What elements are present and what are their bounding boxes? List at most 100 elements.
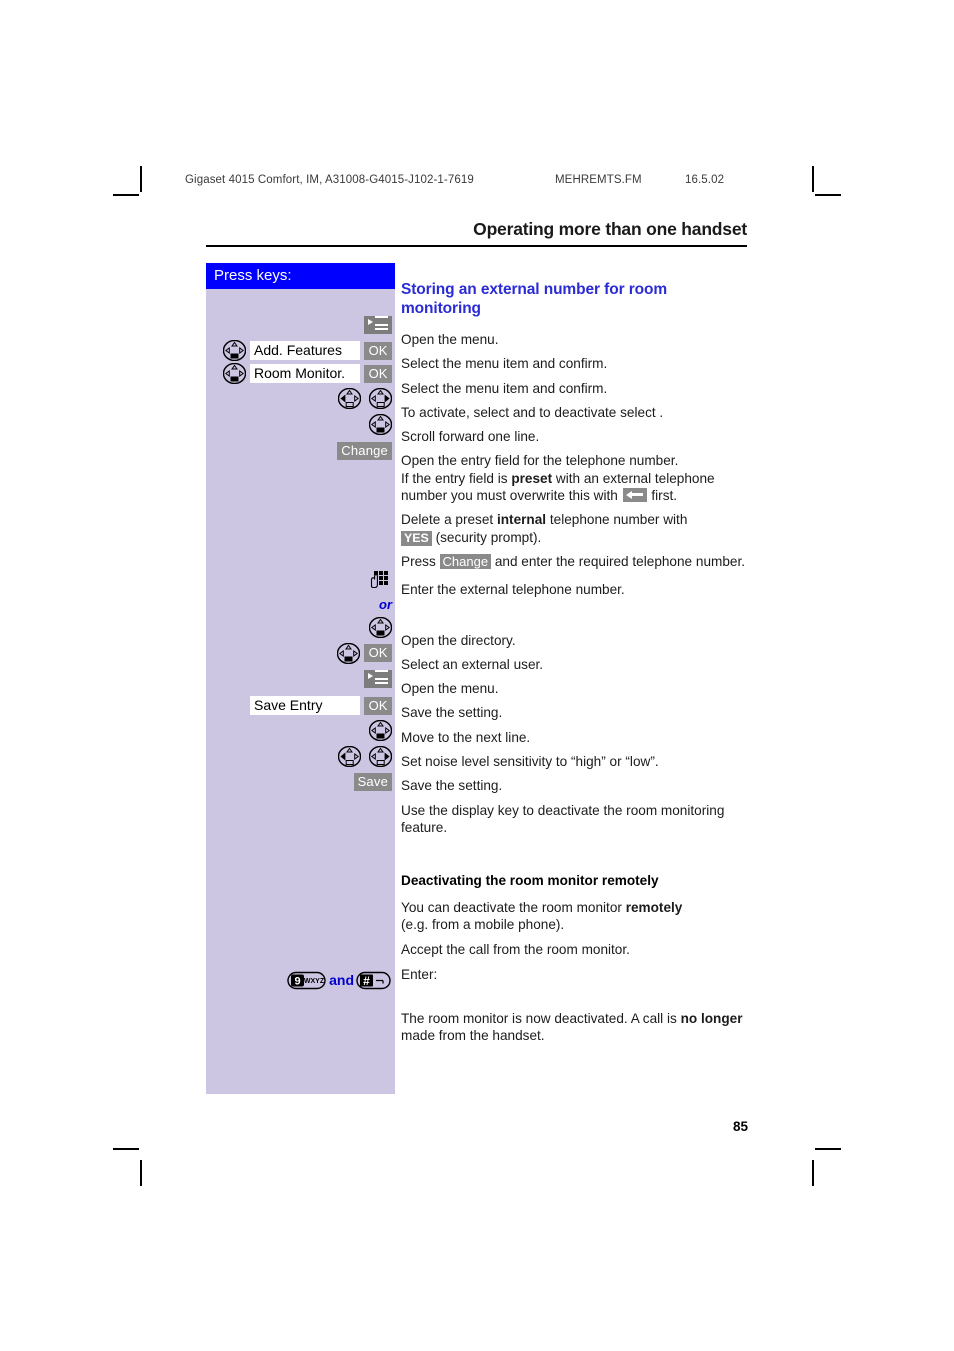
- header-rule: [206, 245, 747, 247]
- menu-icon[interactable]: [364, 670, 392, 688]
- crop-mark-top-right-vertical: [812, 166, 814, 192]
- paragraph-monitor-deactivated: The room monitor is now deactivated. A c…: [401, 1010, 751, 1045]
- nav-down-key[interactable]: [223, 340, 246, 361]
- step-activate-deactivate: To activate, select and to deactivate se…: [401, 404, 664, 420]
- display-field-room-monitor[interactable]: Room Monitor.: [250, 364, 360, 383]
- preset-bold: preset: [511, 470, 553, 486]
- step-open-menu-1: Open the menu.: [401, 332, 499, 347]
- step-open-directory: Open the directory.: [401, 632, 516, 648]
- crop-mark-top-left-horizontal: [113, 194, 139, 196]
- key-row-room-monitor: Room Monitor. OK: [206, 363, 395, 384]
- svg-text:9: 9: [295, 975, 301, 987]
- back-arrow-icon: [622, 488, 647, 503]
- step-select-confirm-2: Select the menu item and confirm.: [401, 380, 608, 396]
- key-row-noise-level: [206, 745, 395, 767]
- subsection-heading: Deactivating the room monitor remotely: [401, 873, 659, 889]
- step-noise-level: Set noise level sensitivity to “high” or…: [401, 754, 659, 770]
- step-select-external-user: Select an external user.: [401, 656, 544, 672]
- save-soft-key[interactable]: Save: [353, 772, 392, 791]
- nav-down-key[interactable]: [369, 616, 392, 638]
- step-save-setting-2: Save the setting.: [401, 778, 503, 794]
- paragraph-entry-field: Open the entry field for the telephone n…: [401, 452, 751, 504]
- key-row-left-right: [206, 387, 395, 409]
- key-row-next-line: [206, 719, 395, 741]
- paragraph-deactivate-remotely: You can deactivate the room monitor remo…: [401, 899, 751, 934]
- key-row-save: Save: [206, 772, 395, 791]
- nav-left-key[interactable]: [338, 387, 361, 409]
- step-open-menu-2: Open the menu.: [401, 681, 499, 697]
- change-key-inline[interactable]: Change: [439, 553, 492, 569]
- step-scroll-forward: Scroll forward one line.: [401, 429, 540, 445]
- crop-mark-bottom-left-horizontal: [113, 1148, 139, 1150]
- ok-key-1[interactable]: OK: [364, 341, 392, 360]
- entry-field-line2-a: If the entry field is: [401, 470, 512, 486]
- step-move-next-line: Move to the next line.: [401, 729, 531, 745]
- change-soft-key[interactable]: Change: [337, 441, 392, 460]
- key-row-open-directory: [206, 616, 395, 638]
- and-label: and: [329, 972, 354, 988]
- press-change-b: and enter the required telephone number.: [491, 553, 746, 569]
- step-display-key-deactivate: Use the display key to deactivate the ro…: [401, 802, 725, 835]
- hash-key[interactable]: #: [356, 971, 392, 990]
- entry-field-line2-b: with an external telephone: [552, 470, 715, 486]
- nav-left-key[interactable]: [338, 745, 361, 767]
- paragraph-press-change: Press Change and enter the required tele…: [401, 553, 751, 570]
- digit-key-9[interactable]: 9 WXYZ: [287, 971, 327, 990]
- key-row-scroll-down: [206, 413, 395, 435]
- key-row-or: or: [206, 596, 395, 612]
- crop-mark-top-left-vertical: [140, 166, 142, 192]
- keypad-icon[interactable]: [370, 570, 392, 594]
- page-number: 85: [732, 1119, 748, 1134]
- key-row-select-external-user: OK: [206, 642, 395, 664]
- crop-mark-bottom-right-horizontal: [815, 1148, 841, 1150]
- content-column: Storing an external number for room moni…: [401, 280, 751, 1044]
- ok-key-4[interactable]: OK: [364, 696, 392, 715]
- crop-mark-top-right-horizontal: [815, 194, 841, 196]
- ok-key-2[interactable]: OK: [364, 364, 392, 383]
- key-rows: Add. Features OK Room Monitor. OK Change…: [206, 263, 395, 1094]
- nav-down-key[interactable]: [337, 642, 360, 664]
- or-label: or: [379, 596, 392, 612]
- running-head: Gigaset 4015 Comfort, IM, A31008-G4015-J…: [185, 174, 769, 192]
- display-field-save-entry[interactable]: Save Entry: [250, 696, 360, 715]
- internal-bold: internal: [496, 512, 547, 528]
- no-longer-bold: no longer: [680, 1010, 743, 1026]
- deactivated-text-b: made from the handset.: [401, 1028, 545, 1044]
- step-select-confirm-1: Select the menu item and confirm.: [401, 356, 608, 372]
- display-field-add-features[interactable]: Add. Features: [250, 341, 360, 360]
- nav-right-key[interactable]: [369, 745, 392, 767]
- step-enter-external-number: Enter the external telephone number.: [401, 582, 625, 598]
- crop-mark-bottom-left-vertical: [140, 1160, 142, 1186]
- remote-text-a: You can deactivate the room monitor: [401, 899, 626, 915]
- entry-field-line3-a: number you must overwrite this with: [401, 488, 622, 504]
- key-row-open-menu-2: [206, 669, 395, 689]
- source-file-name: MEHREMTS.FM: [555, 174, 642, 186]
- yes-key-inline[interactable]: YES: [401, 530, 432, 546]
- nav-down-key[interactable]: [369, 719, 392, 741]
- document-date: 16.5.02: [685, 174, 725, 186]
- delete-text-a: Delete a preset: [401, 512, 497, 528]
- key-row-add-features: Add. Features OK: [206, 340, 395, 361]
- crop-mark-bottom-right-vertical: [812, 1160, 814, 1186]
- key-row-open-menu-1: [206, 315, 395, 335]
- section-title: Storing an external number for room moni…: [401, 281, 668, 317]
- svg-text:#: #: [363, 974, 370, 988]
- chapter-title: Operating more than one handset: [473, 219, 747, 239]
- key-row-nine-and-hash: 9 WXYZ and #: [206, 968, 395, 992]
- menu-icon[interactable]: [364, 316, 392, 334]
- key-row-keypad: [206, 569, 395, 595]
- remotely-bold: remotely: [625, 899, 683, 915]
- nav-down-key[interactable]: [369, 413, 392, 435]
- key-row-save-entry: Save Entry OK: [206, 695, 395, 716]
- nav-right-key[interactable]: [369, 387, 392, 409]
- paragraph-delete-internal: Delete a preset internal telephone numbe…: [401, 511, 751, 546]
- delete-text-c: (security prompt).: [431, 529, 542, 545]
- step-save-setting-1: Save the setting.: [401, 705, 503, 721]
- ok-key-3[interactable]: OK: [364, 644, 392, 662]
- entry-field-line3-b: first.: [647, 488, 678, 504]
- delete-text-b: telephone number with: [546, 512, 688, 528]
- press-change-a: Press: [401, 553, 440, 569]
- deactivated-text-a: The room monitor is now deactivated. A c…: [401, 1010, 681, 1026]
- step-enter-label: Enter:: [401, 967, 438, 983]
- nav-down-key[interactable]: [223, 363, 246, 384]
